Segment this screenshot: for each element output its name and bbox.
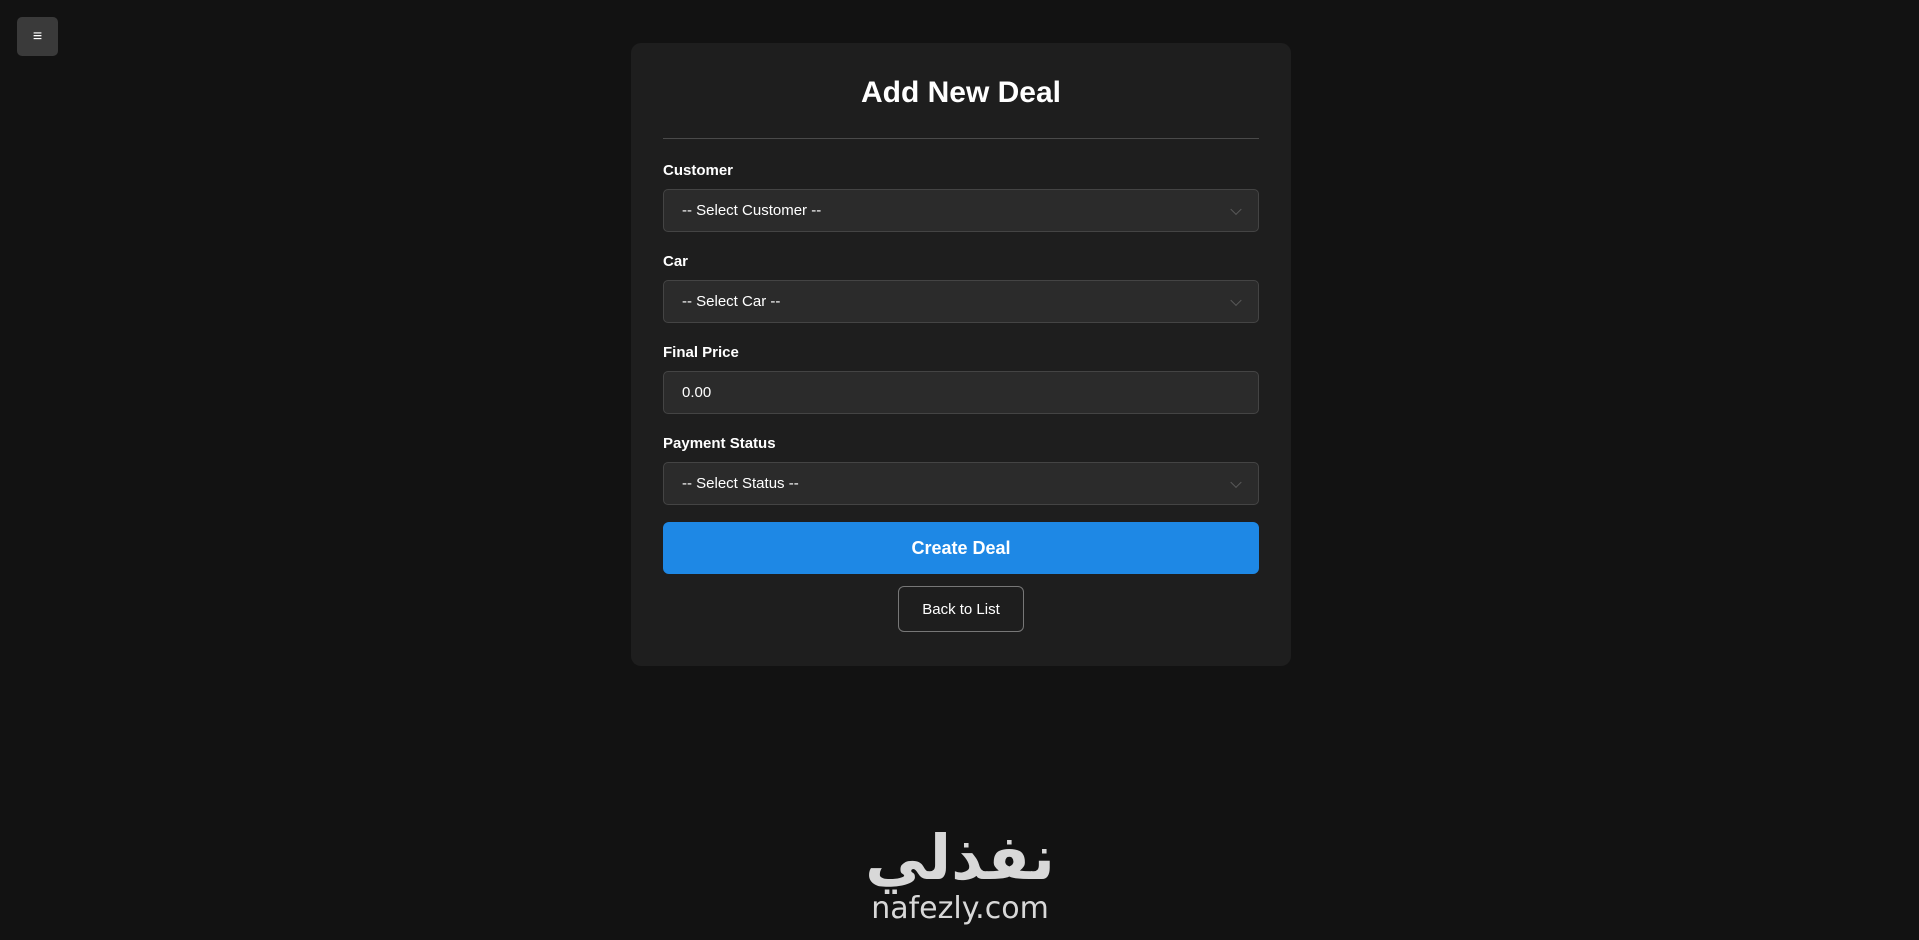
chevron-down-icon (1230, 476, 1242, 488)
chevron-down-icon (1230, 294, 1242, 306)
title-divider (663, 138, 1259, 139)
car-field: Car -- Select Car -- (663, 252, 1259, 323)
car-select-value: -- Select Car -- (682, 293, 781, 310)
customer-select[interactable]: -- Select Customer -- (663, 189, 1259, 232)
chevron-down-icon (1230, 203, 1242, 215)
customer-field: Customer -- Select Customer -- (663, 161, 1259, 232)
back-to-list-button[interactable]: Back to List (898, 586, 1024, 632)
back-button-wrap: Back to List (663, 586, 1259, 632)
add-deal-card: Add New Deal Customer -- Select Customer… (631, 43, 1291, 666)
customer-select-value: -- Select Customer -- (682, 202, 822, 219)
final-price-label: Final Price (663, 344, 739, 361)
payment-status-select[interactable]: -- Select Status -- (663, 462, 1259, 505)
brand-logo-arabic: نفذلي (865, 821, 1057, 894)
final-price-field: Final Price 0.00 (663, 343, 1259, 414)
final-price-input[interactable]: 0.00 (663, 371, 1259, 414)
payment-status-field: Payment Status -- Select Status -- (663, 434, 1259, 505)
car-select[interactable]: -- Select Car -- (663, 280, 1259, 323)
brand-logo-latin: nafezly.com (871, 891, 1049, 926)
create-deal-button[interactable]: Create Deal (663, 522, 1259, 574)
customer-label: Customer (663, 162, 734, 179)
payment-status-label: Payment Status (663, 435, 776, 452)
hamburger-icon: ≡ (32, 27, 43, 45)
brand-logo: نفذلي nafezly.com (850, 826, 1070, 940)
page-title: Add New Deal (860, 76, 1062, 109)
final-price-value: 0.00 (682, 384, 712, 401)
menu-toggle-button[interactable]: ≡ (17, 17, 58, 56)
car-label: Car (663, 253, 689, 270)
payment-status-select-value: -- Select Status -- (682, 475, 799, 492)
